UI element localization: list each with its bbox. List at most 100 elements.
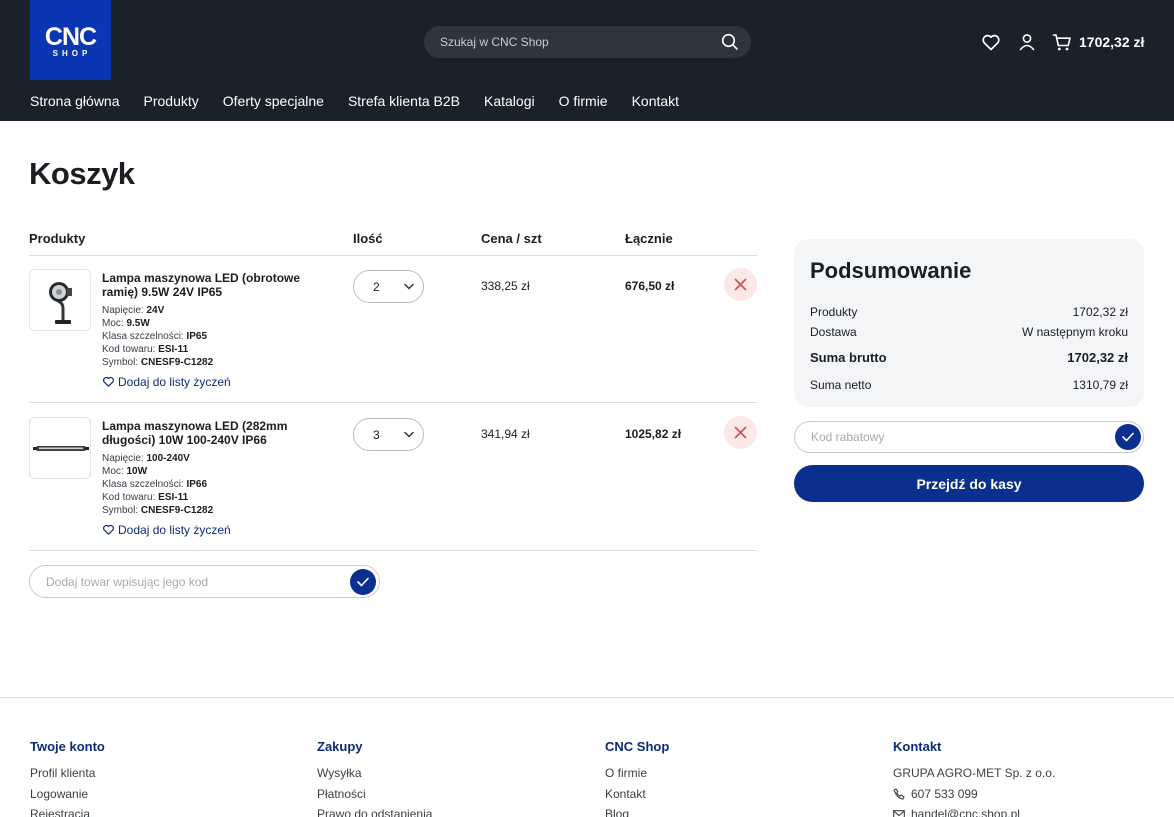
product-attributes: Napięcie: 24V Moc: 9.5W Klasa szczelnośc… <box>102 304 332 369</box>
footer-link-profile[interactable]: Profil klienta <box>30 766 280 780</box>
footer-link-blog[interactable]: Blog <box>605 807 855 817</box>
add-to-wishlist-link[interactable]: Dodaj do listy życzeń <box>102 523 231 537</box>
footer-link-payments[interactable]: Płatności <box>317 787 567 801</box>
footer-divider <box>0 697 1174 698</box>
close-icon <box>734 278 747 291</box>
attr-row: Kod towaru: ESI-11 <box>102 344 189 355</box>
quantity-select[interactable]: 2 <box>353 270 424 303</box>
checkout-button[interactable]: Przejdź do kasy <box>794 465 1144 502</box>
chevron-down-icon <box>404 283 414 290</box>
heart-icon[interactable] <box>980 31 1002 53</box>
add-by-code-field <box>29 565 380 598</box>
product-name[interactable]: Lampa maszynowa LED (282mm długości) 10W… <box>102 419 317 447</box>
footer-link-register[interactable]: Rejestracja <box>30 807 280 817</box>
search-icon[interactable] <box>721 33 739 51</box>
add-to-wishlist-link[interactable]: Dodaj do listy życzeń <box>102 375 231 389</box>
attr-row: Klasa szczelności: IP65 <box>102 331 208 342</box>
add-code-submit-button[interactable] <box>350 569 376 595</box>
quantity-select[interactable]: 3 <box>353 418 424 451</box>
divider <box>29 402 757 403</box>
cart-total[interactable]: 1702,32 zł <box>1079 34 1144 50</box>
footer-heading: CNC Shop <box>605 739 670 754</box>
column-header-price: Cena / szt <box>481 231 542 246</box>
site-header: CNC SHOP 1702,32 zł Strona główna Produk… <box>0 0 1174 121</box>
footer-column-contact: Kontakt GRUPA AGRO-MET Sp. z o.o. 607 53… <box>893 739 1143 817</box>
line-total: 1025,82 zł <box>625 427 682 441</box>
summary-row-products: Produkty 1702,32 zł <box>810 305 1128 319</box>
logo-text: CNC <box>44 23 97 51</box>
footer-link-contact[interactable]: Kontakt <box>605 787 855 801</box>
search-input[interactable] <box>440 26 710 58</box>
logo[interactable]: CNC SHOP <box>30 0 111 80</box>
quantity-value: 3 <box>373 428 380 442</box>
nav-item-products[interactable]: Produkty <box>144 92 199 110</box>
footer-email-link[interactable]: handel@cnc.shop.pl <box>893 807 1143 817</box>
product-name[interactable]: Lampa maszynowa LED (obrotowe ramię) 9.5… <box>102 271 317 299</box>
quantity-value: 2 <box>373 280 380 294</box>
footer-link-login[interactable]: Logowanie <box>30 787 280 801</box>
attr-row: Napięcie: 24V <box>102 305 165 316</box>
footer-heading: Twoje konto <box>30 739 105 754</box>
attr-row: Symbol: CNESF9-C1282 <box>102 505 214 516</box>
footer-link-withdrawal[interactable]: Prawo do odstąpienia <box>317 807 567 817</box>
logo-subtext: SHOP <box>52 49 92 58</box>
column-header-qty: Ilość <box>353 231 383 246</box>
remove-item-button[interactable] <box>724 268 757 301</box>
cart-icon[interactable] <box>1051 31 1073 53</box>
search-bar <box>424 26 751 58</box>
footer-phone-link[interactable]: 607 533 099 <box>893 787 1143 801</box>
attr-row: Napięcie: 100-240V <box>102 453 190 464</box>
product-code-input[interactable] <box>46 566 336 597</box>
column-header-total: Łącznie <box>625 231 673 246</box>
nav-item-catalogs[interactable]: Katalogi <box>484 92 535 110</box>
coupon-submit-button[interactable] <box>1115 424 1141 450</box>
product-thumbnail[interactable] <box>29 417 91 479</box>
nav-item-about[interactable]: O firmie <box>559 92 608 110</box>
remove-item-button[interactable] <box>724 416 757 449</box>
heart-icon <box>103 524 114 535</box>
footer-heading: Kontakt <box>893 739 942 754</box>
footer-column-account: Twoje konto Profil klienta Logowanie Rej… <box>30 739 280 817</box>
nav-item-special-offers[interactable]: Oferty specjalne <box>223 92 324 110</box>
footer-column-shop: CNC Shop O firmie Kontakt Blog <box>605 739 855 817</box>
close-icon <box>734 426 747 439</box>
summary-row-net: Suma netto 1310,79 zł <box>810 378 1128 392</box>
attr-row: Kod towaru: ESI-11 <box>102 492 189 503</box>
nav-item-b2b[interactable]: Strefa klienta B2B <box>348 92 460 110</box>
unit-price: 338,25 zł <box>481 279 530 293</box>
order-summary: Podsumowanie Produkty 1702,32 zł Dostawa W… <box>794 239 1144 407</box>
divider <box>29 255 757 256</box>
attr-row: Symbol: CNESF9-C1282 <box>102 357 214 368</box>
company-name: GRUPA AGRO-MET Sp. z o.o. <box>893 766 1056 780</box>
coupon-field <box>794 421 1144 453</box>
coupon-input[interactable] <box>811 422 1101 452</box>
attr-row: Moc: 10W <box>102 466 148 477</box>
summary-row-shipping: Dostawa W następnym kroku <box>810 325 1128 339</box>
check-icon <box>1122 432 1134 442</box>
product-thumbnail[interactable] <box>29 269 91 331</box>
user-icon[interactable] <box>1016 31 1038 53</box>
footer-link-shipping[interactable]: Wysyłka <box>317 766 567 780</box>
heart-icon <box>103 376 114 387</box>
nav-item-contact[interactable]: Kontakt <box>632 92 679 110</box>
chevron-down-icon <box>404 431 414 438</box>
attr-row: Moc: 9.5W <box>102 318 150 329</box>
mail-icon <box>893 810 905 817</box>
product-attributes: Napięcie: 100-240V Moc: 10W Klasa szczel… <box>102 452 332 517</box>
footer-heading: Zakupy <box>317 739 363 754</box>
unit-price: 341,94 zł <box>481 427 530 441</box>
lamp-image <box>49 282 72 324</box>
footer-column-shopping: Zakupy Wysyłka Płatności Prawo do odstąp… <box>317 739 567 817</box>
summary-title: Podsumowanie <box>810 258 972 283</box>
line-total: 676,50 zł <box>625 279 675 293</box>
main-nav: Strona główna Produkty Oferty specjalne … <box>30 92 679 110</box>
divider <box>29 550 757 551</box>
nav-item-home[interactable]: Strona główna <box>30 92 120 110</box>
footer-link-about[interactable]: O firmie <box>605 766 855 780</box>
column-header-products: Produkty <box>29 231 86 246</box>
attr-row: Klasa szczelności: IP66 <box>102 479 208 490</box>
page-title: Koszyk <box>29 156 135 191</box>
summary-row-gross: Suma brutto 1702,32 zł <box>810 350 1128 365</box>
lamp-image <box>33 446 89 451</box>
check-icon <box>357 577 369 587</box>
